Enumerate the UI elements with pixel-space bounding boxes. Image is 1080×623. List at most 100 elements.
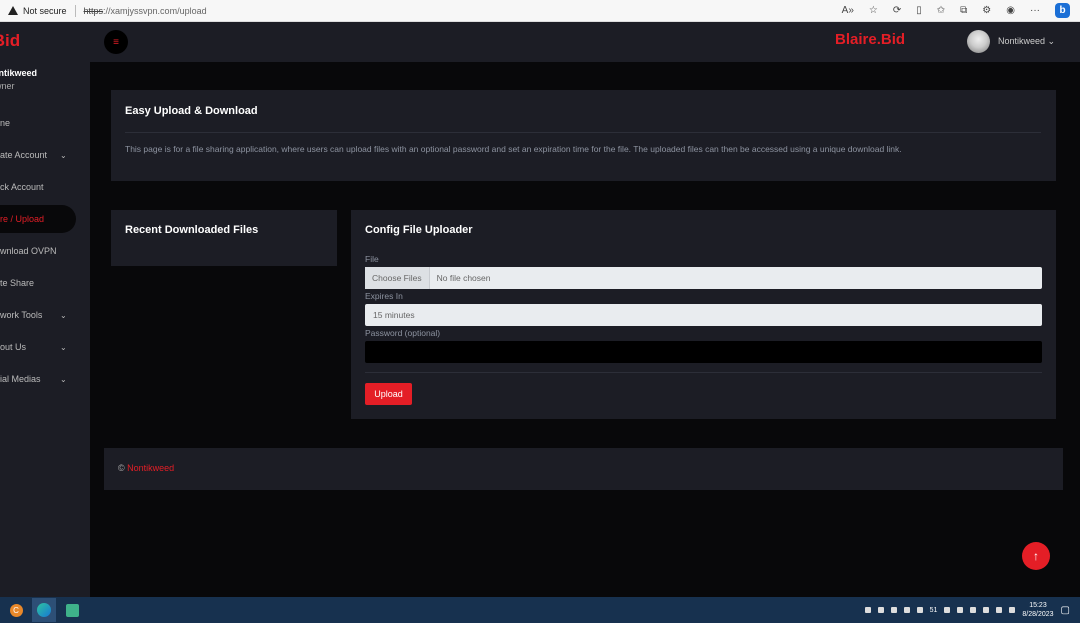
sidebar-item-label: ck Account [0, 182, 44, 192]
arrow-up-icon: ↑ [1033, 549, 1039, 563]
system-tray: 51 15:23 8/28/2023 ▢ [864, 601, 1070, 619]
more-options-icon[interactable]: ··· [1030, 5, 1040, 16]
sidebar-item-create-account[interactable]: ate Account ⌄ [0, 141, 90, 169]
recent-files-card: Recent Downloaded Files [111, 210, 337, 266]
taskbar-edge[interactable] [32, 598, 56, 622]
clock-time: 15:23 [1029, 602, 1047, 609]
tray-app-icon[interactable] [903, 607, 910, 613]
chevron-down-icon: ⌄ [1047, 36, 1056, 46]
extensions-icon[interactable]: ⚙ [982, 5, 991, 16]
sidebar-item-download-ovpn[interactable]: wnload OVPN [0, 237, 90, 265]
choose-files-button[interactable]: Choose Files [365, 267, 430, 289]
sidebar-item-about-us[interactable]: out Us ⌄ [0, 333, 90, 361]
refresh-icon[interactable]: ⟳ [893, 5, 901, 16]
intro-text: This page is for a file sharing applicat… [125, 144, 902, 154]
edge-icon [37, 603, 51, 617]
chevron-down-icon: ⌄ [60, 342, 67, 352]
menu-toggle-button[interactable]: ≡ [104, 30, 128, 54]
uploader-card: Config File Uploader File Choose Files N… [351, 210, 1056, 419]
url-field[interactable]: https://xamjyssvpn.com/upload [84, 6, 207, 16]
sidebar-item-label: work Tools [0, 310, 43, 320]
collections-icon[interactable]: ⧉ [960, 5, 967, 16]
recent-files-title: Recent Downloaded Files [125, 224, 259, 236]
taskbar-store[interactable] [60, 598, 84, 622]
notifications-icon[interactable]: ▢ [1061, 605, 1070, 616]
intro-card: Easy Upload & Download This page is for … [111, 90, 1056, 181]
file-label: File [365, 254, 379, 264]
chrome-icon: C [9, 603, 23, 617]
browser-toolbar: A» ☆ ⟳ ▯ ✩ ⧉ ⚙ ◉ ··· b [842, 3, 1070, 18]
sidebar-item-check-account[interactable]: ck Account [0, 173, 90, 201]
expires-label: Expires In [365, 291, 403, 301]
tray-app-icon[interactable] [996, 607, 1003, 613]
microphone-icon[interactable] [944, 607, 951, 613]
divider [74, 4, 76, 17]
avatar[interactable] [967, 30, 990, 53]
chevron-down-icon: ⌄ [60, 310, 67, 320]
taskbar-chrome[interactable]: C [4, 598, 28, 622]
footer-copyright: © Nontikweed [118, 463, 174, 473]
intro-title: Easy Upload & Download [125, 105, 258, 117]
favorites-icon[interactable]: ✩ [937, 5, 945, 16]
sidebar-item-label: re / Upload [0, 214, 45, 224]
split-screen-icon[interactable]: ▯ [916, 5, 922, 16]
clock-date: 8/28/2023 [1022, 611, 1054, 618]
expires-select[interactable]: 15 minutes [365, 304, 1042, 326]
footer: © Nontikweed [104, 448, 1063, 490]
tray-app-icon[interactable] [983, 607, 990, 613]
sidebar-user-role: wner [0, 81, 15, 91]
taskbar: C 51 15:23 8/28/2023 ▢ [0, 597, 1080, 623]
tray-app-icon[interactable] [864, 607, 871, 613]
tray-app-icon[interactable] [1009, 607, 1016, 613]
scroll-to-top-button[interactable]: ↑ [1022, 542, 1050, 570]
chevron-down-icon: ⌄ [60, 150, 67, 160]
sidebar-item-label: ne [0, 118, 11, 128]
divider [365, 372, 1042, 373]
user-menu[interactable]: Nontikweed ⌄ [998, 36, 1055, 47]
footer-owner-link[interactable]: Nontikweed [127, 463, 174, 473]
sidebar-brand[interactable]: .Bid [0, 31, 20, 51]
url-path: ://xamjyssvpn.com/upload [103, 5, 207, 16]
sidebar-item-label: ate Account [0, 150, 48, 160]
sidebar-user-name: ontikweed [0, 68, 38, 78]
store-icon [65, 603, 79, 617]
url-scheme: https [83, 5, 104, 16]
uploader-title: Config File Uploader [365, 224, 473, 236]
profile-icon[interactable]: ◉ [1006, 5, 1015, 16]
user-menu-label: Nontikweed [998, 36, 1046, 46]
sidebar-item-label: ial Medias [0, 374, 41, 384]
password-input[interactable] [365, 341, 1042, 363]
tray-app-icon[interactable] [890, 607, 897, 613]
main-content: Easy Upload & Download This page is for … [90, 62, 1080, 597]
upload-button[interactable]: Upload [365, 383, 412, 405]
warning-icon [8, 6, 18, 15]
bing-icon[interactable]: b [1055, 3, 1070, 18]
favorite-star-icon[interactable]: ☆ [869, 5, 878, 16]
divider [125, 132, 1041, 133]
topbar-brand[interactable]: Blaire.Bid [835, 31, 905, 48]
sidebar-item-label: out Us [0, 342, 27, 352]
chevron-down-icon: ⌄ [60, 374, 67, 384]
read-aloud-icon[interactable]: A» [842, 5, 854, 16]
sidebar: .Bid ontikweed wner ne ate Account ⌄ ck … [0, 22, 90, 597]
taskbar-clock[interactable]: 15:23 8/28/2023 [1022, 601, 1053, 619]
sidebar-item-home[interactable]: ne [0, 109, 90, 137]
sidebar-item-share-upload[interactable]: re / Upload [0, 205, 76, 233]
sidebar-item-social-medias[interactable]: ial Medias ⌄ [0, 365, 90, 393]
file-input[interactable]: Choose Files No file chosen [365, 267, 1042, 289]
volume-icon[interactable] [970, 607, 977, 613]
hamburger-icon: ≡ [113, 36, 119, 48]
topbar: ≡ Blaire.Bid Nontikweed ⌄ [90, 22, 1080, 62]
sidebar-item-network-tools[interactable]: work Tools ⌄ [0, 301, 90, 329]
sidebar-item-label: wnload OVPN [0, 246, 57, 256]
security-label: Not secure [23, 5, 67, 16]
copyright-symbol: © [118, 463, 125, 473]
sidebar-item-label: te Share [0, 278, 35, 288]
file-status: No file chosen [436, 273, 491, 283]
sidebar-item-note-share[interactable]: te Share [0, 269, 90, 297]
password-label: Password (optional) [365, 328, 441, 338]
tray-app-icon[interactable] [877, 607, 884, 613]
network-icon[interactable] [957, 607, 964, 613]
security-indicator[interactable]: Not secure [8, 6, 67, 16]
tray-app-icon[interactable] [916, 607, 923, 613]
